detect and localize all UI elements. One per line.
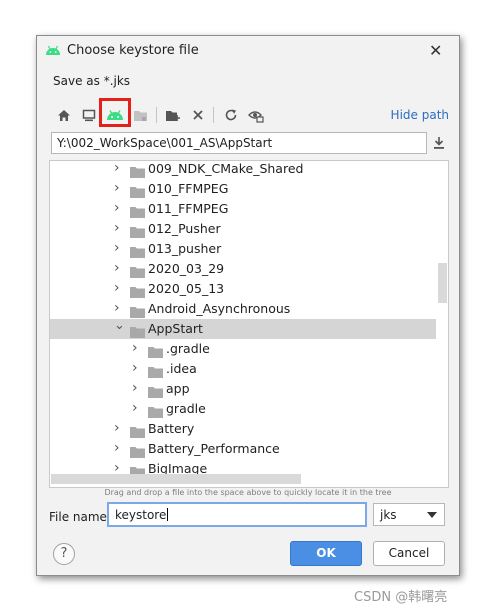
folder-icon (130, 283, 145, 298)
tree-row[interactable]: › 010_FFMPEG (50, 179, 436, 199)
path-field[interactable]: Y:\002_WorkSpace\001_AS\AppStart (51, 132, 427, 154)
hide-path-link[interactable]: Hide path (391, 108, 449, 122)
tree-row-label: 011_FFMPEG (148, 201, 229, 216)
tree-row[interactable]: › Android_Asynchronous (50, 299, 436, 319)
help-button[interactable]: ? (53, 543, 75, 565)
ok-button[interactable]: OK (290, 541, 362, 566)
chevron-down-icon (427, 512, 437, 518)
folder-icon (148, 403, 163, 418)
folder-icon (130, 223, 145, 238)
title-bar: Choose keystore file ✕ (37, 36, 459, 66)
tree-row-label: 012_Pusher (148, 221, 221, 236)
tree-row-label: AppStart (148, 321, 203, 336)
tree-row-label: Battery (148, 421, 195, 436)
tree-row[interactable]: › .gradle (50, 339, 436, 359)
chevron-right-icon[interactable]: › (132, 400, 142, 416)
chevron-right-icon[interactable]: › (114, 260, 124, 276)
folder-icon (148, 383, 163, 398)
tree-row[interactable]: › 011_FFMPEG (50, 199, 436, 219)
chevron-down-icon[interactable]: ⌄ (114, 318, 125, 333)
folder-icon (148, 343, 163, 358)
tree-row[interactable]: › 2020_05_13 (50, 279, 436, 299)
tree-row-label: 013_pusher (148, 241, 222, 256)
close-icon[interactable]: ✕ (429, 41, 442, 60)
chevron-right-icon[interactable]: › (114, 161, 124, 176)
tree-row[interactable]: › Battery (50, 419, 436, 439)
tree-row-label: gradle (166, 401, 206, 416)
highlight-box (99, 98, 131, 127)
tree-row[interactable]: ⌄ AppStart (50, 318, 436, 339)
dialog-title: Choose keystore file (67, 43, 199, 58)
file-name-label: File name: (49, 510, 111, 524)
choose-keystore-dialog: Choose keystore file ✕ Save as *.jks Hid… (36, 35, 460, 576)
chevron-right-icon[interactable]: › (114, 220, 124, 236)
chevron-right-icon[interactable]: › (114, 240, 124, 256)
tree-row[interactable]: › gradle (50, 399, 436, 419)
file-name-value: keystore (115, 508, 167, 522)
desktop-icon[interactable] (78, 104, 100, 126)
folder-icon (148, 363, 163, 378)
tree-row-label: .idea (166, 361, 197, 376)
tree-row[interactable]: › Battery_Performance (50, 439, 436, 459)
folder-icon (130, 323, 145, 338)
extension-value: jks (380, 508, 397, 522)
folder-icon (130, 183, 145, 198)
chevron-right-icon[interactable]: › (114, 180, 124, 196)
folder-icon (130, 243, 145, 258)
dialog-description: Save as *.jks (53, 74, 131, 88)
chevron-right-icon[interactable]: › (114, 280, 124, 296)
tree-row[interactable]: › app (50, 379, 436, 399)
tree-row-label: Battery_Performance (148, 441, 280, 456)
show-hidden-icon[interactable] (245, 104, 267, 126)
folder-icon (130, 263, 145, 278)
folder-icon (130, 423, 145, 438)
chevron-right-icon[interactable]: › (114, 300, 124, 316)
download-icon[interactable] (433, 135, 445, 154)
chevron-right-icon[interactable]: › (114, 420, 124, 436)
tree-row[interactable]: › 009_NDK_CMake_Shared (50, 161, 436, 179)
chevron-right-icon[interactable]: › (132, 360, 142, 376)
tree-row-label: app (166, 381, 190, 396)
tree-row-label: 2020_03_29 (148, 261, 225, 276)
file-name-input[interactable]: keystore (107, 502, 367, 527)
new-folder-icon[interactable] (162, 104, 184, 126)
extension-select[interactable]: jks (373, 503, 445, 526)
chevron-right-icon[interactable]: › (114, 460, 124, 476)
refresh-icon[interactable] (220, 104, 242, 126)
tree-row[interactable]: › .idea (50, 359, 436, 379)
text-cursor (167, 508, 169, 521)
tree-row-label: .gradle (166, 341, 210, 356)
cancel-button[interactable]: Cancel (373, 541, 445, 566)
delete-icon[interactable] (187, 104, 209, 126)
horizontal-scrollbar[interactable] (51, 474, 301, 484)
android-icon (46, 45, 60, 55)
folder-icon (130, 163, 145, 178)
tree-row-label: Android_Asynchronous (148, 301, 291, 316)
chevron-right-icon[interactable]: › (114, 200, 124, 216)
chevron-right-icon[interactable]: › (132, 340, 142, 356)
tree-row-label: 2020_05_13 (148, 281, 225, 296)
tree-row[interactable]: › 2020_03_29 (50, 259, 436, 279)
tree-row-label: 010_FFMPEG (148, 181, 229, 196)
tree-row[interactable]: › 012_Pusher (50, 219, 436, 239)
chevron-right-icon[interactable]: › (114, 440, 124, 456)
home-icon[interactable] (53, 104, 75, 126)
toolbar-separator (213, 107, 214, 123)
tree-row-label: 009_NDK_CMake_Shared (148, 161, 304, 176)
chevron-right-icon[interactable]: › (132, 380, 142, 396)
file-tree[interactable]: › BigImage › Battery_Performance › Battery › gr… (49, 160, 449, 488)
drag-drop-hint: Drag and drop a file into the space abov… (104, 488, 392, 497)
folder-icon (130, 303, 145, 318)
tree-row[interactable]: › 013_pusher (50, 239, 436, 259)
folder-icon (130, 443, 145, 458)
folder-icon (130, 203, 145, 218)
toolbar-separator (156, 107, 157, 123)
vertical-scrollbar[interactable] (438, 263, 447, 303)
module-folder-icon[interactable] (129, 104, 151, 126)
watermark: CSDN @韩曙亮 (354, 590, 448, 605)
